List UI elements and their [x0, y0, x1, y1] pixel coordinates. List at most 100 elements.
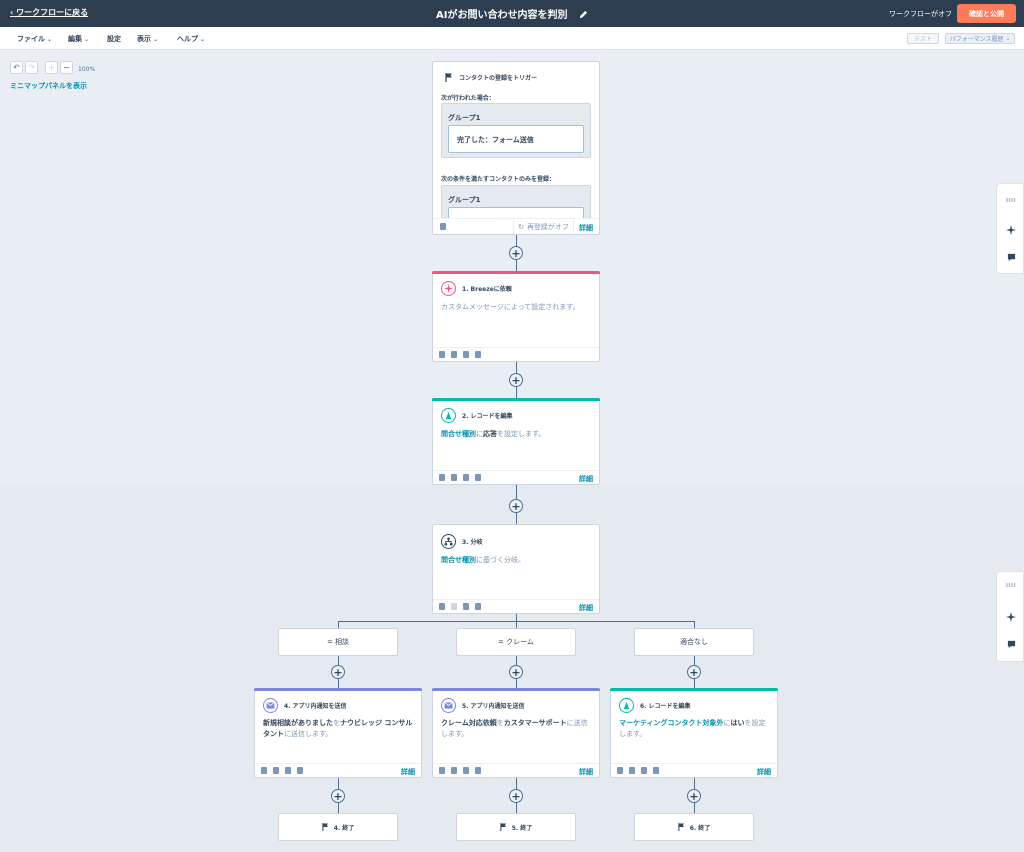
delete-icon[interactable] [475, 351, 481, 358]
action-card-breeze[interactable]: 1. Breezeに依頼 カスタムメッセージによって設定されます。 [432, 271, 600, 362]
add-action-button[interactable]: + [687, 665, 701, 679]
property-name: マーケティングコンタクト対象外 [619, 719, 724, 727]
clipboard-icon[interactable] [285, 767, 291, 774]
reenroll-toggle[interactable]: ↻ 再登録がオフ [513, 219, 573, 234]
card-description: 新規相談がありましたをナウビレッジ コンサルタントに送信します。 [263, 718, 413, 740]
clipboard-icon[interactable] [463, 474, 469, 481]
sparkle-icon[interactable] [1005, 224, 1017, 236]
menu-help[interactable]: ヘルプ ⌄ [177, 34, 205, 44]
move-icon[interactable] [451, 474, 457, 481]
branch-label-consultation[interactable]: = 相談 [278, 628, 398, 656]
delete-icon[interactable] [653, 767, 659, 774]
copy-icon[interactable] [439, 603, 445, 610]
undo-icon[interactable]: ↶ [10, 61, 23, 74]
card-title: 1. Breezeに依頼 [462, 286, 512, 293]
copy-icon[interactable] [261, 767, 267, 774]
desc-text: に送信します。 [284, 730, 333, 738]
refresh-icon: ↻ [518, 223, 524, 231]
end-node-6[interactable]: 6. 終了 [634, 813, 754, 841]
menu-file[interactable]: ファイル ⌄ [17, 34, 52, 44]
move-icon[interactable] [451, 767, 457, 774]
action-card-notification-5[interactable]: 5. アプリ内通知を送信 クレーム対応依頼をカスタマーサポートに送信します。 詳… [432, 688, 600, 778]
details-link[interactable]: 詳細 [579, 767, 593, 777]
branch-label-complaint[interactable]: = クレーム [456, 628, 576, 656]
menu-view[interactable]: 表示 ⌄ [137, 34, 158, 44]
copy-icon[interactable] [439, 474, 445, 481]
clipboard-icon[interactable] [641, 767, 647, 774]
menu-edit[interactable]: 編集 ⌄ [68, 34, 89, 44]
add-action-button[interactable]: + [331, 665, 345, 679]
details-link[interactable]: 詳細 [401, 767, 415, 777]
card-accent [432, 398, 600, 401]
test-button[interactable]: テスト [907, 33, 939, 44]
delete-icon[interactable] [297, 767, 303, 774]
notification-icon [441, 698, 456, 713]
menu-bar: ファイル ⌄ 編集 ⌄ 設定 表示 ⌄ ヘルプ ⌄ [0, 27, 1024, 50]
action-card-branch[interactable]: 3. 分岐 問合せ種別に基づく分岐。 詳細 [432, 524, 600, 614]
flag-icon [678, 823, 684, 831]
copy-icon[interactable] [439, 767, 445, 774]
card-footer: 詳細 [255, 763, 421, 777]
clipboard-icon[interactable] [463, 767, 469, 774]
review-publish-button[interactable]: 確認と公開 [957, 4, 1016, 23]
pencil-icon[interactable] [579, 10, 588, 19]
details-link[interactable]: 詳細 [579, 603, 593, 613]
show-minimap-link[interactable]: ミニマップパネルを表示 [10, 81, 87, 91]
clipboard-icon[interactable] [463, 351, 469, 358]
add-action-button[interactable]: + [331, 789, 345, 803]
drag-handle-icon[interactable] [1005, 579, 1017, 591]
trigger-details-link[interactable]: 詳細 [579, 223, 593, 233]
condition-label: 次の条件を満たすコンタクトのみを登録： [441, 176, 556, 183]
details-link[interactable]: 詳細 [757, 767, 771, 777]
clipboard-icon[interactable] [463, 603, 469, 610]
workflow-title[interactable]: AIがお問い合わせ内容を判別 [0, 6, 1024, 21]
branch-connector [338, 621, 695, 622]
card-header: 1. Breezeに依頼 [441, 281, 512, 296]
add-action-button[interactable]: + [509, 665, 523, 679]
filter-form-submission[interactable]: 完了した：フォーム送信 [448, 125, 584, 153]
zoom-out-icon[interactable]: − [60, 61, 73, 74]
copy-icon[interactable] [439, 351, 445, 358]
menu-settings[interactable]: 設定 [107, 34, 121, 44]
move-icon[interactable] [629, 767, 635, 774]
add-action-button[interactable]: + [509, 789, 523, 803]
copy-icon[interactable] [617, 767, 623, 774]
action-card-edit-record-6[interactable]: 6. レコードを編集 マーケティングコンタクト対象外にはいを設定します。 詳細 [610, 688, 778, 778]
message-name: 新規相談がありました [263, 719, 333, 727]
add-action-button[interactable]: + [509, 373, 523, 387]
top-header: ‹ ワークフローに戻る AIがお問い合わせ内容を判別 ワークフローがオフ 確認と… [0, 0, 1024, 27]
branch-label-none[interactable]: 適合なし [634, 628, 754, 656]
comment-icon[interactable] [1005, 638, 1017, 650]
details-link[interactable]: 詳細 [579, 474, 593, 484]
when-label: 次が行われた場合： [441, 95, 495, 102]
end-node-4[interactable]: 4. 終了 [278, 813, 398, 841]
desc-text: に基づく分岐。 [476, 556, 525, 564]
trigger-card[interactable]: コンタクトの登録をトリガー 次が行われた場合： グループ1 完了した：フォーム送… [432, 61, 600, 235]
delete-icon[interactable] [475, 603, 481, 610]
zoom-in-icon[interactable]: + [45, 61, 58, 74]
move-icon[interactable] [273, 767, 279, 774]
add-action-button[interactable]: + [687, 789, 701, 803]
redo-icon[interactable]: ↷ [25, 61, 38, 74]
delete-icon[interactable] [475, 767, 481, 774]
performance-history-button[interactable]: パフォーマンス履歴 ⌄ [945, 33, 1015, 44]
add-action-button[interactable]: + [509, 499, 523, 513]
drag-handle-icon[interactable] [1005, 194, 1017, 206]
action-card-edit-record[interactable]: 2. レコードを編集 問合せ種別に応答を設定します。 詳細 [432, 398, 600, 485]
menu-settings-label: 設定 [107, 35, 121, 43]
menu-edit-label: 編集 [68, 35, 82, 43]
action-card-notification-4[interactable]: 4. アプリ内通知を送信 新規相談がありましたをナウビレッジ コンサルタントに送… [254, 688, 422, 778]
add-action-button[interactable]: + [509, 246, 523, 260]
card-description: クレーム対応依頼をカスタマーサポートに送信します。 [441, 718, 591, 740]
move-icon[interactable] [451, 603, 457, 610]
recipient-name: カスタマーサポート [503, 719, 567, 727]
card-accent [254, 688, 422, 691]
trigger-footer: ↻ 再登録がオフ 詳細 [433, 218, 599, 234]
move-icon[interactable] [451, 351, 457, 358]
notification-icon [263, 698, 278, 713]
comment-icon[interactable] [1005, 251, 1017, 263]
sparkle-icon[interactable] [1005, 611, 1017, 623]
delete-icon[interactable] [440, 223, 446, 230]
end-node-5[interactable]: 5. 終了 [456, 813, 576, 841]
delete-icon[interactable] [475, 474, 481, 481]
